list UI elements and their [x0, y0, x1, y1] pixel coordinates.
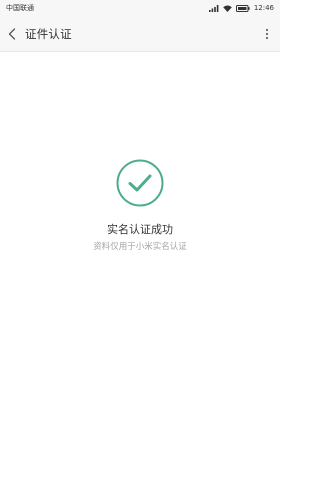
check-circle-icon [116, 159, 164, 207]
battery-icon [235, 5, 250, 12]
more-options-button[interactable] [260, 17, 274, 51]
screen: 中国联通 12:46 证件认证 实名认证成功 资料仅用于小米实名认证 [0, 0, 280, 498]
more-vertical-icon [265, 25, 269, 44]
page-title: 证件认证 [25, 27, 72, 41]
success-title: 实名认证成功 [107, 223, 173, 236]
status-bar: 中国联通 12:46 [0, 0, 280, 17]
status-icons: 12:46 [208, 0, 274, 17]
back-button[interactable] [0, 17, 24, 51]
clock: 12:46 [253, 4, 274, 12]
success-subtitle: 资料仅用于小米实名认证 [93, 242, 187, 252]
signal-icon [208, 5, 219, 12]
wifi-icon [223, 5, 232, 12]
carrier-label: 中国联通 [6, 4, 34, 12]
app-bar: 证件认证 [0, 17, 280, 52]
chevron-left-icon [8, 25, 16, 44]
